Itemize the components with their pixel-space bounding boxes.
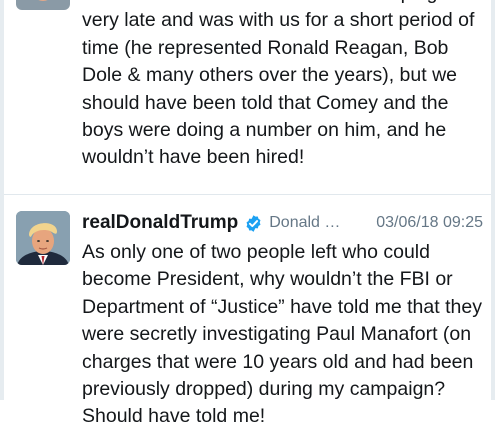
window-right-border — [491, 0, 495, 400]
display-name[interactable]: realDonaldTrump — [82, 212, 238, 234]
tweet-header: realDonaldTrump Donald … 03/06/18 09:25 — [82, 211, 483, 235]
tweet-item[interactable]: realDonaldTrump Donald … 03/06/18 09:25 … — [4, 195, 491, 427]
avatar[interactable] — [16, 211, 70, 265]
tweet-timestamp[interactable]: 03/06/18 09:25 — [376, 214, 483, 232]
tweet-text: Mr. Paul Manafort came into the campaign… — [82, 0, 475, 169]
tweet-item[interactable]: Mr. Paul Manafort came into the campaign… — [4, 0, 491, 194]
avatar[interactable] — [16, 0, 70, 10]
screen-name[interactable]: Donald … — [269, 214, 340, 232]
tweet-text: As only one of two people left who could… — [82, 241, 482, 428]
verified-badge-icon — [246, 214, 261, 232]
